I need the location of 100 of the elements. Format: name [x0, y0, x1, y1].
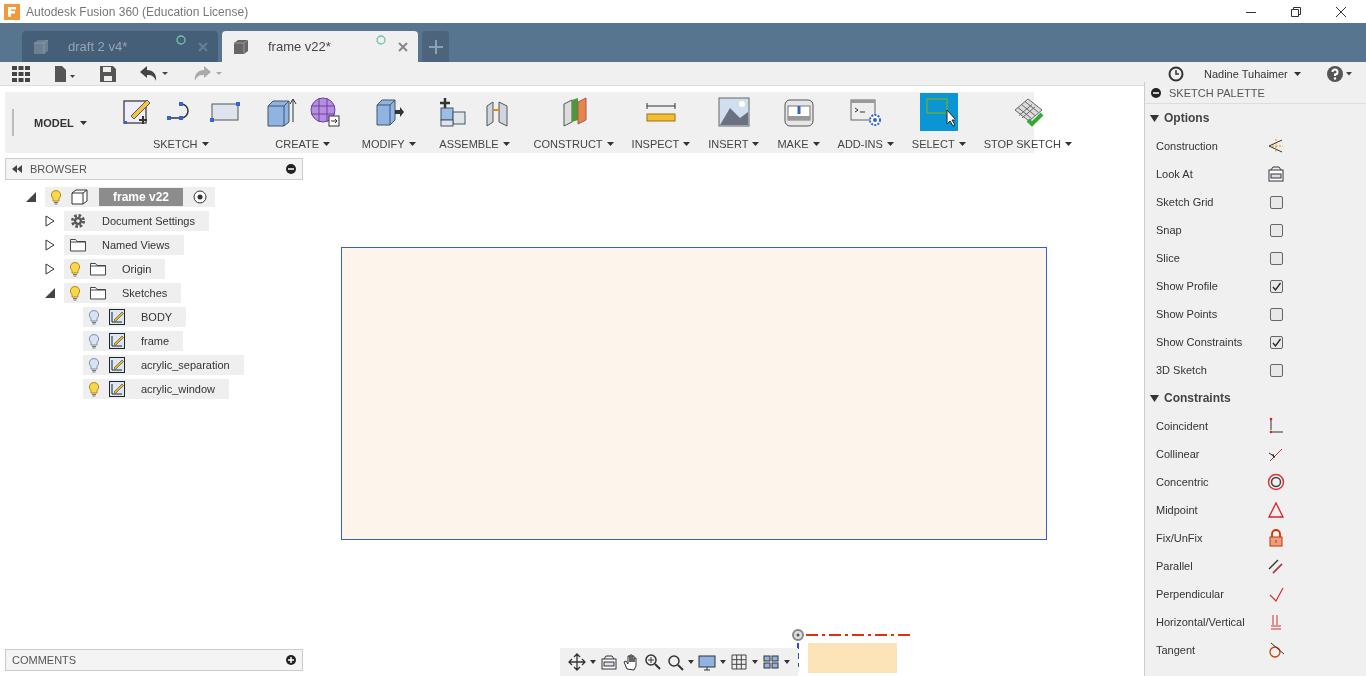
document-tab[interactable]: frame v22* [222, 31, 418, 62]
browser-item[interactable]: acrylic_window [83, 379, 229, 399]
folder-icon [90, 262, 106, 276]
orbit-icon[interactable] [568, 653, 586, 671]
perpendicular-icon[interactable] [1267, 585, 1285, 603]
tangent-icon[interactable] [1267, 641, 1285, 659]
expand-arrow-icon[interactable] [25, 191, 37, 203]
caret-icon [752, 142, 760, 146]
toolbar-group-menu[interactable]: MODIFY [361, 138, 416, 150]
palette-label: Construction [1156, 140, 1219, 152]
look-at-icon[interactable] [600, 653, 618, 671]
gear-icon [70, 213, 86, 229]
caret-icon [1150, 113, 1159, 123]
toolbar-button[interactable] [919, 93, 958, 131]
toolbar-group-menu[interactable]: SKETCH [152, 138, 209, 150]
caret-icon [1150, 393, 1159, 403]
grid-icon[interactable] [730, 653, 748, 671]
checkbox[interactable] [1270, 251, 1283, 265]
checkbox[interactable] [1270, 223, 1283, 237]
close-icon[interactable] [1336, 6, 1346, 17]
checkbox[interactable] [1270, 307, 1283, 321]
monitor-icon[interactable] [698, 653, 716, 671]
status-circle-icon [176, 34, 186, 45]
cube-icon [71, 189, 89, 205]
app-grid-icon[interactable] [12, 65, 30, 82]
palette-label: Show Profile [1156, 280, 1219, 292]
checkbox[interactable] [1270, 195, 1283, 209]
concentric-icon[interactable] [1267, 473, 1285, 491]
checkbox[interactable] [1270, 335, 1283, 349]
undo-icon[interactable] [140, 65, 170, 82]
cube-icon [232, 38, 250, 55]
toolbar-group-menu[interactable]: ASSEMBLE [439, 138, 510, 150]
restore-icon[interactable] [1291, 6, 1301, 17]
plus-icon [428, 39, 443, 54]
section-header[interactable]: Constraints [1145, 384, 1366, 412]
toolbar-group-menu[interactable]: SELECT [911, 138, 966, 150]
expand-arrow-icon[interactable] [44, 239, 56, 251]
workspace-menu[interactable]: MODEL [34, 92, 109, 153]
lock-icon[interactable] [1267, 529, 1285, 547]
minus-circle-icon[interactable] [1151, 87, 1161, 98]
expand-arrow-icon[interactable] [44, 215, 56, 227]
caret-icon [688, 660, 694, 664]
checkbox[interactable] [1270, 279, 1283, 293]
viewports-icon[interactable] [762, 653, 780, 671]
construction-icon[interactable] [1267, 137, 1285, 155]
file-icon[interactable] [54, 65, 76, 82]
browser-item[interactable]: Named Views [64, 235, 184, 255]
caret-icon [1293, 71, 1301, 76]
toolbar-group-menu[interactable]: STOP SKETCH [983, 138, 1072, 150]
lightbulb-icon[interactable] [70, 261, 80, 277]
toolbar-group-menu[interactable]: MAKE [777, 138, 820, 150]
toolbar-group-menu[interactable]: CONSTRUCT [533, 138, 614, 150]
lightbulb-icon[interactable] [89, 381, 99, 397]
caret-icon [683, 142, 691, 146]
save-icon[interactable] [100, 65, 116, 82]
look-at-icon[interactable] [1267, 165, 1285, 183]
browser-item[interactable]: BODY [83, 307, 187, 327]
triangle-icon[interactable] [1267, 501, 1285, 519]
expand-arrow-icon[interactable] [44, 287, 56, 299]
minus-circle-icon[interactable] [286, 164, 296, 174]
sketch-icon [109, 309, 125, 325]
help-icon[interactable] [1326, 65, 1353, 82]
collapse-arrows-icon[interactable] [12, 165, 22, 173]
zoom-icon[interactable] [644, 653, 662, 671]
palette-label: Fix/UnFix [1156, 532, 1204, 544]
palette-label: Snap [1156, 224, 1183, 236]
hand-icon[interactable] [622, 653, 640, 671]
browser-item[interactable]: Document Settings [64, 211, 209, 231]
toolbar-group-menu[interactable]: CREATE [275, 138, 331, 150]
caret-icon [958, 142, 966, 146]
plus-circle-icon[interactable] [286, 655, 296, 665]
browser-item[interactable]: frame [83, 331, 184, 351]
palette-label: 3D Sketch [1156, 364, 1208, 376]
toolbar-group-menu[interactable]: INSERT [708, 138, 760, 150]
lightbulb-icon[interactable] [51, 189, 61, 205]
printer-icon [782, 96, 815, 128]
browser-item[interactable]: acrylic_separation [83, 355, 244, 375]
toolbar-group-menu[interactable]: ADD-INS [837, 138, 894, 150]
expand-arrow-icon[interactable] [44, 263, 56, 275]
lightbulb-icon[interactable] [89, 357, 99, 373]
parallel-lines-icon[interactable] [1267, 557, 1285, 575]
caret-icon [784, 660, 790, 664]
panel-title: BROWSER [30, 163, 87, 175]
lightbulb-icon[interactable] [89, 309, 99, 325]
section-header[interactable]: Options [1145, 104, 1366, 132]
caret-icon [752, 660, 758, 664]
lightbulb-icon[interactable] [70, 285, 80, 301]
zoom-window-icon[interactable] [666, 653, 684, 671]
browser-item[interactable]: Origin [64, 259, 166, 279]
coincident-icon[interactable] [1267, 417, 1285, 435]
user-menu[interactable]: Nadine Tuhaimer [1204, 67, 1288, 80]
caret-icon [323, 142, 331, 146]
palette-label: Coincident [1156, 420, 1209, 432]
toolbar-group-menu[interactable]: INSPECT [631, 138, 691, 150]
palette-label: Collinear [1156, 448, 1201, 460]
browser-item[interactable]: Sketches [64, 283, 182, 303]
lightbulb-icon[interactable] [89, 333, 99, 349]
checkbox[interactable] [1270, 363, 1283, 377]
target-icon[interactable] [193, 190, 208, 204]
history-clock-icon[interactable] [1168, 65, 1184, 82]
